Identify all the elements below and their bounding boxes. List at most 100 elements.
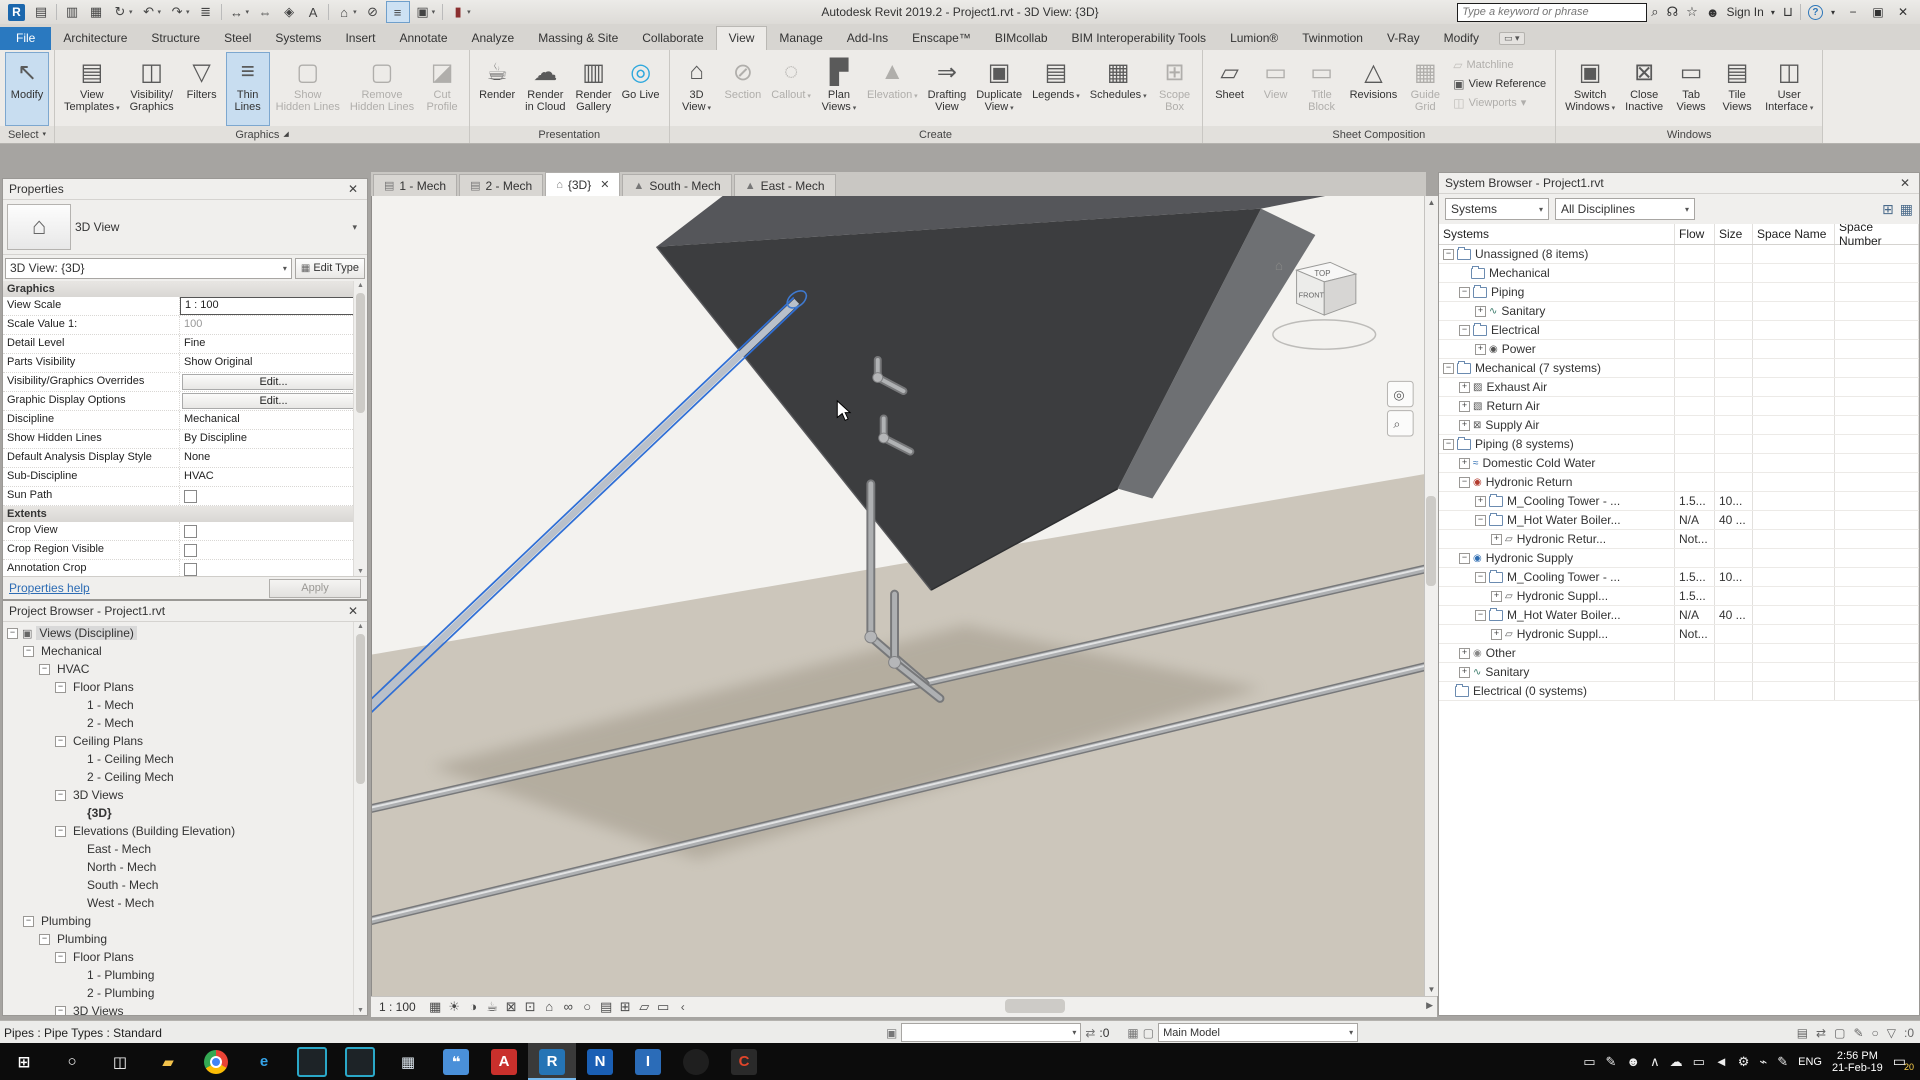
property-value[interactable]: Mechanical — [180, 411, 367, 429]
restore-button[interactable]: ▣ — [1867, 5, 1889, 19]
shadows-icon[interactable]: ◑ — [464, 999, 483, 1015]
system-row-mechanical[interactable]: Mechanical — [1439, 264, 1919, 283]
edge-icon[interactable]: e — [240, 1043, 288, 1080]
tree-item-elevations-building-elevation[interactable]: −Elevations (Building Elevation) — [3, 822, 367, 840]
file-menu-icon[interactable]: ▤ — [30, 2, 52, 22]
collapse-icon[interactable]: − — [1475, 572, 1486, 583]
tab-views-button[interactable]: ▭Tab Views — [1669, 52, 1713, 126]
render-in-cloud-button[interactable]: ☁Render in Cloud — [521, 52, 569, 126]
visibility-graphics-overrides-edit-button[interactable]: Edit... — [182, 374, 365, 390]
language-indicator[interactable]: ENG — [1798, 1056, 1822, 1068]
scrollbar-thumb[interactable] — [1005, 999, 1065, 1013]
scrollbar-thumb[interactable] — [356, 634, 365, 784]
tree-item-south-mech[interactable]: South - Mech — [3, 876, 367, 894]
displaced-elements-icon[interactable]: ▱ — [635, 999, 654, 1015]
panel-label[interactable]: Select▾ — [0, 126, 54, 143]
schedules-button[interactable]: ▦Schedules ▾ — [1086, 52, 1151, 126]
ribbon-tab-modify[interactable]: Modify — [1432, 27, 1491, 50]
duplicate-view-button[interactable]: ▣Duplicate View ▾ — [972, 52, 1026, 126]
crop-view-icon[interactable]: ⊠ — [502, 999, 521, 1015]
navigation-wheel-icon[interactable]: ◎ — [1393, 387, 1404, 402]
reveal-constraints-icon[interactable]: ▭ — [654, 999, 673, 1015]
chat-app-icon[interactable]: ❝ — [432, 1043, 480, 1080]
open-icon[interactable]: ▥ — [61, 2, 83, 22]
collapse-icon[interactable]: − — [55, 826, 66, 837]
project-browser-scrollbar[interactable]: ▲ ▼ — [353, 622, 367, 1015]
ribbon-tab-v-ray[interactable]: V-Ray — [1375, 27, 1432, 50]
hidden-icons-chevron[interactable]: ∧ — [1650, 1054, 1660, 1070]
collapse-icon[interactable]: − — [23, 916, 34, 927]
ribbon-tab-bimcollab[interactable]: BIMcollab — [983, 27, 1060, 50]
ribbon-tab-steel[interactable]: Steel — [212, 27, 263, 50]
volume-icon[interactable]: ◄ — [1715, 1054, 1728, 1070]
scroll-down-icon[interactable]: ▼ — [1425, 985, 1438, 994]
settings-tray-icon[interactable]: ⚙ — [1738, 1054, 1750, 1070]
expand-icon[interactable]: + — [1459, 648, 1470, 659]
annotation-crop-checkbox[interactable] — [184, 563, 197, 576]
onedrive-icon[interactable]: ☁ — [1670, 1054, 1683, 1070]
view-button[interactable]: ▭View — [1254, 52, 1298, 126]
sync-icon[interactable]: ↻▾ — [109, 2, 136, 22]
view-templates-button[interactable]: ▤View Templates ▾ — [60, 52, 124, 126]
cortana-icon[interactable]: ○ — [48, 1043, 96, 1080]
close-icon[interactable]: ✕ — [1897, 176, 1913, 190]
tag-icon[interactable]: ◈ — [278, 2, 300, 22]
tree-item-plumbing[interactable]: −Plumbing — [3, 912, 367, 930]
ribbon-tab-collaborate[interactable]: Collaborate — [630, 27, 715, 50]
system-row-hydronic-return[interactable]: −◉Hydronic Return — [1439, 473, 1919, 492]
property-value[interactable]: By Discipline — [180, 430, 367, 448]
system-row-exhaust-air[interactable]: +▨Exhaust Air — [1439, 378, 1919, 397]
go-live-button[interactable]: ◎Go Live — [618, 52, 664, 126]
minimize-button[interactable]: − — [1842, 5, 1864, 19]
viewcube-home-icon[interactable]: ⌂ — [1275, 258, 1283, 273]
close-icon[interactable]: ✕ — [345, 604, 361, 618]
ribbon-tab-enscape[interactable]: Enscape™ — [900, 27, 983, 50]
system-row-sanitary[interactable]: +∿Sanitary — [1439, 663, 1919, 682]
signin-person-icon[interactable]: ☻ — [1706, 5, 1720, 20]
panel-label[interactable]: Windows — [1556, 126, 1822, 143]
expand-icon[interactable]: + — [1459, 401, 1470, 412]
system-row-hydronic-retur[interactable]: +▱Hydronic Retur...Not... — [1439, 530, 1919, 549]
sign-in-button[interactable]: Sign In — [1726, 5, 1763, 19]
mouse-icon[interactable]: ▭ — [1583, 1054, 1595, 1070]
action-center-icon[interactable]: ▭20 — [1893, 1053, 1912, 1070]
expand-icon[interactable]: + — [1459, 382, 1470, 393]
temporary-view-properties-icon[interactable]: ▤ — [597, 999, 616, 1015]
revisions-button[interactable]: △Revisions — [1346, 52, 1402, 126]
select-underlay-icon[interactable]: ▢ — [1834, 1026, 1845, 1040]
modify-button[interactable]: ↖Modify — [5, 52, 49, 126]
property-group-graphics[interactable]: Graphics▴▴ — [3, 281, 367, 297]
ribbon-tab-view[interactable]: View — [716, 26, 768, 50]
collapse-icon[interactable]: − — [55, 1006, 66, 1016]
sun-path-checkbox[interactable] — [184, 490, 197, 503]
ribbon-tab-massing-site[interactable]: Massing & Site — [526, 27, 630, 50]
expand-icon[interactable]: + — [1459, 667, 1470, 678]
tree-item-views-discipline[interactable]: −▣Views (Discipline) — [3, 624, 367, 642]
filters-button[interactable]: ▽Filters — [180, 52, 224, 126]
ribbon-tab-systems[interactable]: Systems — [263, 27, 333, 50]
project-browser-title-bar[interactable]: Project Browser - Project1.rvt ✕ — [3, 601, 367, 622]
code-app-2-icon[interactable] — [336, 1043, 384, 1080]
edit-in-place-icon[interactable]: ⇄ — [1816, 1026, 1826, 1040]
thin-lines-button[interactable]: ≡Thin Lines — [226, 52, 270, 126]
elevation-button[interactable]: ▲Elevation ▾ — [863, 52, 922, 126]
viewports-button[interactable]: ◫Viewports▾ — [1450, 93, 1549, 112]
cut-profile-button[interactable]: ◪Cut Profile — [420, 52, 464, 126]
section-icon[interactable]: ⊘ — [362, 2, 384, 22]
system-row-return-air[interactable]: +▧Return Air — [1439, 397, 1919, 416]
text-icon[interactable]: A — [302, 2, 324, 22]
collapse-icon[interactable]: − — [1459, 553, 1470, 564]
ribbon-tab-lumion[interactable]: Lumion® — [1218, 27, 1290, 50]
view-reference-button[interactable]: ▣View Reference — [1450, 74, 1549, 93]
discipline-filter-select[interactable]: All Disciplines ▾ — [1555, 198, 1695, 220]
scrollbar-thumb[interactable] — [356, 293, 365, 413]
properties-scrollbar[interactable]: ▲▼ — [353, 281, 367, 576]
canvas-vertical-scrollbar[interactable]: ▲ ▼ — [1424, 196, 1438, 996]
system-row-piping-8-systems[interactable]: −Piping (8 systems) — [1439, 435, 1919, 454]
collapse-icon[interactable]: − — [55, 682, 66, 693]
scroll-up-icon[interactable]: ▲ — [1425, 198, 1438, 207]
design-options-toggle-icon[interactable]: ▢ — [1143, 1026, 1154, 1040]
properties-help-link[interactable]: Properties help — [9, 581, 90, 595]
edit-type-button[interactable]: ▦ Edit Type — [295, 258, 365, 279]
ribbon-tab-annotate[interactable]: Annotate — [387, 27, 459, 50]
